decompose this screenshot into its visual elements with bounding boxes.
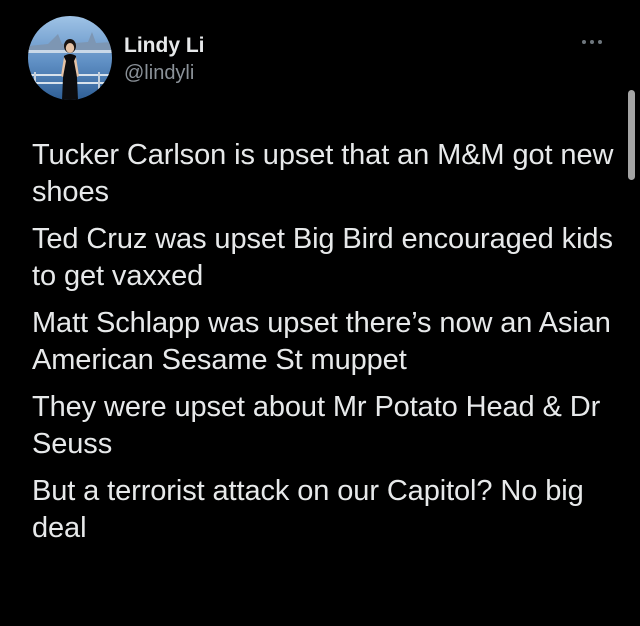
tweet-paragraph: But a terrorist attack on our Capitol? N…: [32, 475, 584, 544]
avatar[interactable]: [28, 16, 112, 100]
more-horizontal-icon: [582, 40, 602, 44]
tweet-paragraph: They were upset about Mr Potato Head & D…: [32, 391, 601, 460]
tweet-text: Tucker Carlson is upset that an M&M got …: [32, 137, 624, 557]
more-options-button[interactable]: [574, 30, 610, 54]
tweet-paragraph: Matt Schlapp was upset there’s now an As…: [32, 307, 611, 376]
author-handle[interactable]: @lindyli: [124, 62, 194, 85]
tweet-paragraph: Ted Cruz was upset Big Bird encouraged k…: [32, 223, 613, 292]
tweet-paragraph: Tucker Carlson is upset that an M&M got …: [32, 139, 614, 208]
tweet-card: Lindy Li @lindyli Tucker Carlson is upse…: [0, 0, 640, 626]
scrollbar-thumb[interactable]: [628, 90, 635, 180]
avatar-photo: [28, 16, 112, 100]
author-name[interactable]: Lindy Li: [124, 34, 205, 58]
